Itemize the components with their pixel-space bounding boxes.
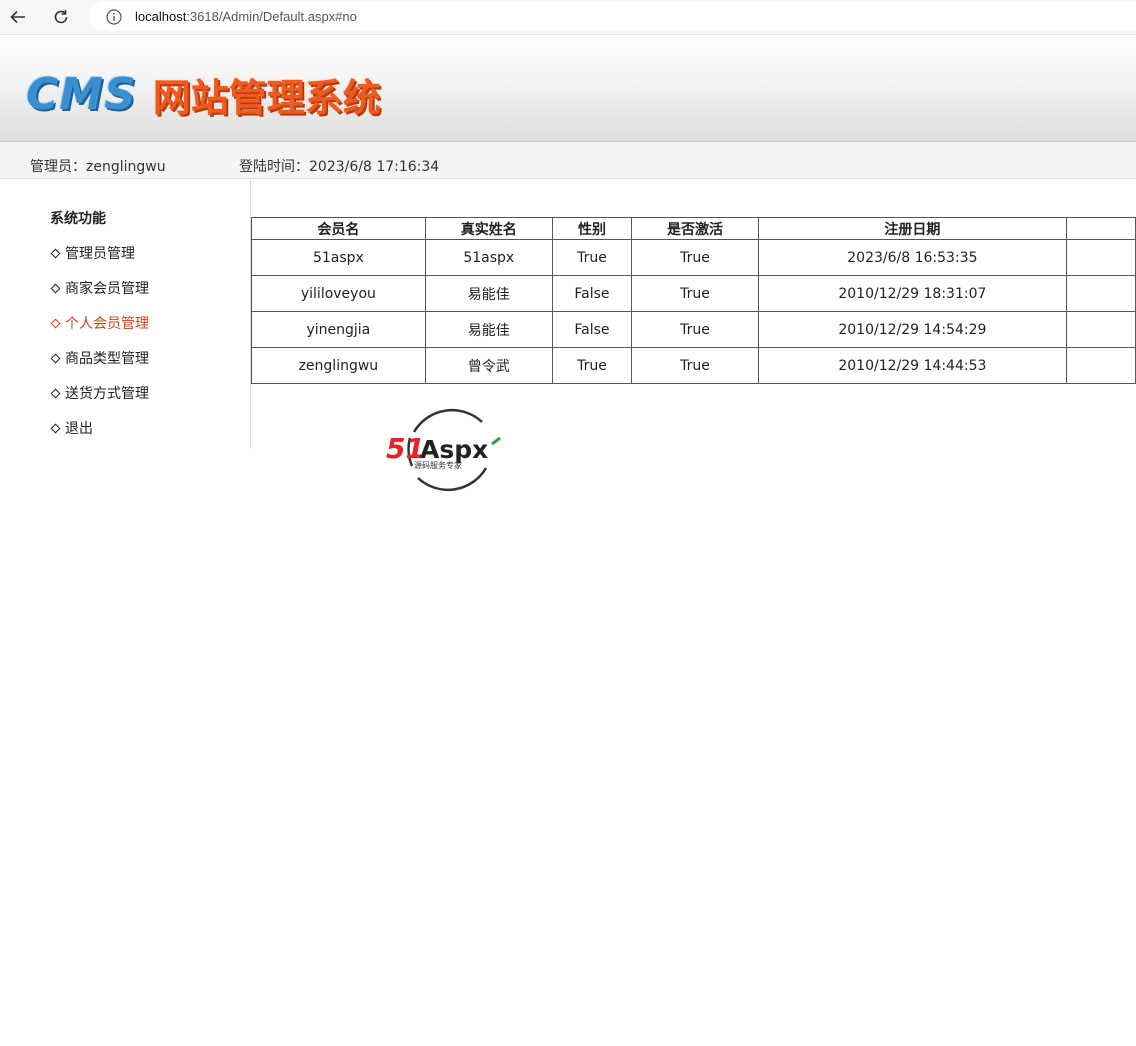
sidebar-item-personal-members[interactable]: 个人会员管理	[50, 313, 149, 333]
logo-title-text: 网站管理系统	[152, 76, 381, 120]
cell-actions	[1065, 239, 1136, 276]
col-header-actions	[1065, 217, 1136, 240]
sidebar-item-admin-manage[interactable]: 管理员管理	[50, 243, 135, 263]
sidebar-item-product-types[interactable]: 商品类型管理	[50, 348, 149, 368]
diamond-bullet-icon	[50, 423, 61, 433]
cell-regdate: 2010/12/29 14:44:53	[757, 347, 1067, 384]
back-button[interactable]	[5, 4, 31, 30]
sidebar-item-label: 商家会员管理	[65, 281, 149, 297]
watermark-icon: 51 Aspx 源码服务专家	[386, 408, 501, 492]
logo-cms-text: CMS	[26, 69, 137, 120]
diamond-bullet-icon	[50, 318, 61, 328]
cell-realname: 曾令武	[424, 347, 553, 384]
table-row: zenglingwu 曾令武 True True 2010/12/29 14:4…	[251, 347, 1136, 384]
admin-info-bar: 管理员：zenglingwu 登陆时间：2023/6/8 17:16:34	[0, 142, 1136, 179]
diamond-bullet-icon	[50, 248, 61, 258]
diamond-bullet-icon	[50, 353, 61, 363]
cell-activated: True	[631, 239, 759, 276]
cell-realname: 51aspx	[424, 239, 553, 276]
51aspx-watermark-logo: 51 Aspx 源码服务专家	[386, 402, 512, 500]
col-header-username: 会员名	[251, 217, 426, 240]
cell-realname: 易能佳	[424, 275, 553, 312]
cell-username: zenglingwu	[251, 347, 426, 384]
cell-realname: 易能佳	[424, 311, 553, 348]
cell-activated: True	[631, 347, 759, 384]
arrow-left-icon	[10, 10, 25, 24]
sidebar-item-label: 管理员管理	[65, 246, 135, 262]
sidebar-item-label: 送货方式管理	[65, 386, 149, 402]
members-table-container: 会员名 真实姓名 性别 是否激活 注册日期 51aspx 51aspx True…	[251, 217, 1136, 384]
sidebar-item-label: 个人会员管理	[65, 316, 149, 332]
cell-username: 51aspx	[251, 239, 426, 276]
cell-gender: False	[551, 311, 633, 348]
sidebar-title: 系统功能	[50, 211, 106, 227]
sidebar: 系统功能 管理员管理 商家会员管理 个人会员管理 商品类型管理 送货方式管理 退…	[0, 179, 251, 449]
site-logo: CMS 网站管理系统	[26, 67, 381, 122]
sidebar-item-delivery-methods[interactable]: 送货方式管理	[50, 383, 149, 403]
cell-regdate: 2023/6/8 16:53:35	[757, 239, 1067, 276]
col-header-regdate: 注册日期	[757, 217, 1067, 240]
browser-toolbar: localhost:3618/Admin/Default.aspx#no	[0, 0, 1136, 35]
col-header-realname: 真实姓名	[424, 217, 553, 240]
diamond-bullet-icon	[50, 388, 61, 398]
cell-actions	[1065, 311, 1136, 348]
sidebar-item-merchant-members[interactable]: 商家会员管理	[50, 278, 149, 298]
cell-gender: False	[551, 275, 633, 312]
watermark-tagline: 源码服务专家	[414, 460, 462, 470]
cell-username: yinengjia	[251, 311, 426, 348]
reload-icon	[54, 10, 68, 24]
reload-button[interactable]	[48, 4, 74, 30]
login-time: 登陆时间：2023/6/8 17:16:34	[239, 159, 440, 175]
col-header-activated: 是否激活	[631, 217, 759, 240]
sidebar-item-label: 商品类型管理	[65, 351, 149, 367]
site-header: CMS 网站管理系统	[0, 35, 1136, 142]
cell-actions	[1065, 347, 1136, 384]
info-icon[interactable]	[106, 8, 122, 25]
cell-actions	[1065, 275, 1136, 312]
table-header-row: 会员名 真实姓名 性别 是否激活 注册日期	[251, 217, 1136, 240]
diamond-bullet-icon	[50, 283, 61, 293]
admin-name: 管理员：zenglingwu	[30, 159, 166, 175]
url-text[interactable]: localhost:3618/Admin/Default.aspx#no	[135, 9, 357, 24]
sidebar-item-label: 退出	[65, 421, 93, 437]
col-header-gender: 性别	[551, 217, 633, 240]
table-row: yililoveyou 易能佳 False True 2010/12/29 18…	[251, 275, 1136, 312]
cell-regdate: 2010/12/29 14:54:29	[757, 311, 1067, 348]
url-host: localhost	[135, 9, 187, 24]
cell-regdate: 2010/12/29 18:31:07	[757, 275, 1067, 312]
address-bar[interactable]: localhost:3618/Admin/Default.aspx#no	[90, 2, 1136, 31]
cell-gender: True	[551, 239, 633, 276]
cell-activated: True	[631, 275, 759, 312]
cell-gender: True	[551, 347, 633, 384]
members-table: 会员名 真实姓名 性别 是否激活 注册日期 51aspx 51aspx True…	[251, 217, 1136, 384]
table-row: 51aspx 51aspx True True 2023/6/8 16:53:3…	[251, 239, 1136, 276]
sidebar-item-logout[interactable]: 退出	[50, 418, 93, 438]
url-path: :3618/Admin/Default.aspx#no	[186, 9, 357, 24]
cell-username: yililoveyou	[251, 275, 426, 312]
table-row: yinengjia 易能佳 False True 2010/12/29 14:5…	[251, 311, 1136, 348]
watermark-aspx: Aspx	[420, 435, 488, 464]
cell-activated: True	[631, 311, 759, 348]
